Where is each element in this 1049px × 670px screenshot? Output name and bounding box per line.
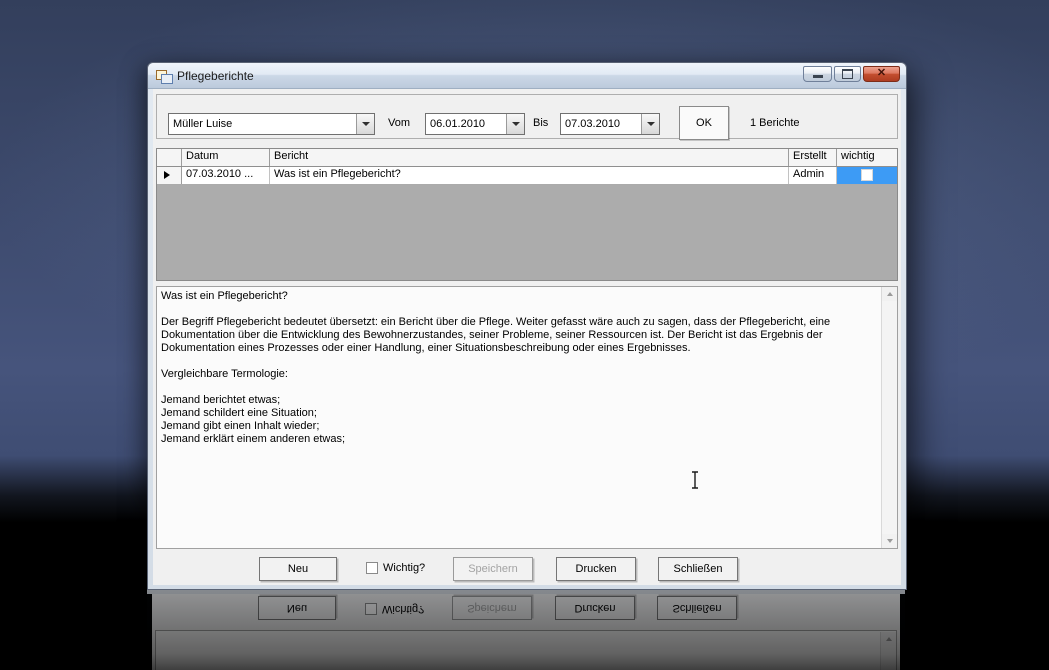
- checkbox-icon: [861, 169, 873, 181]
- current-row-arrow-icon: [164, 171, 170, 179]
- cell-wichtig-checkbox[interactable]: [837, 167, 897, 184]
- wichtig-checkbox-label: Wichtig?: [383, 562, 426, 574]
- close-icon: ✕: [876, 67, 887, 79]
- caption-buttons: ✕: [803, 65, 900, 82]
- resident-combobox[interactable]: Müller Luise: [168, 113, 375, 135]
- maximize-button[interactable]: [834, 65, 861, 82]
- from-date-value: 06.01.2010: [430, 118, 486, 130]
- neu-button[interactable]: Neu: [259, 557, 337, 581]
- bis-label: Bis: [533, 117, 549, 129]
- table-row[interactable]: 07.03.2010 ... Was ist ein Pflegebericht…: [157, 167, 897, 185]
- dropdown-arrow-icon: [511, 122, 520, 126]
- column-header-erstellt[interactable]: Erstellt: [789, 149, 837, 166]
- reports-grid[interactable]: Datum Bericht Erstellt wichtig 07.03.201…: [156, 148, 898, 281]
- scroll-up-icon: [886, 292, 893, 296]
- app-icon: [156, 68, 173, 84]
- to-date-value: 07.03.2010: [565, 118, 621, 130]
- chevron-down-icon[interactable]: [641, 114, 659, 134]
- minimize-button[interactable]: [803, 65, 832, 82]
- scroll-down-icon: [886, 539, 893, 543]
- column-header-datum[interactable]: Datum: [182, 149, 270, 166]
- from-date-picker[interactable]: 06.01.2010: [425, 113, 525, 135]
- column-header-wichtig[interactable]: wichtig: [837, 149, 897, 166]
- row-header-cell: [157, 167, 182, 184]
- filter-panel: Müller Luise Vom 06.01.2010 Bis 07.03.20…: [156, 94, 898, 140]
- cell-bericht[interactable]: Was ist ein Pflegebericht?: [270, 167, 789, 184]
- schliessen-button[interactable]: Schließen: [658, 557, 738, 581]
- vertical-scrollbar[interactable]: [881, 287, 897, 548]
- report-text: Was ist ein Pflegebericht? Der Begriff P…: [161, 290, 831, 445]
- row-header-corner: [157, 149, 182, 166]
- report-count-label: 1 Berichte: [750, 117, 800, 129]
- drucken-button[interactable]: Drucken: [556, 557, 636, 581]
- scroll-up-button[interactable]: [882, 287, 897, 301]
- pflegeberichte-window: Pflegeberichte ✕ Müller Luise Vom 06.01.…: [147, 62, 907, 590]
- to-date-picker[interactable]: 07.03.2010: [560, 113, 660, 135]
- ok-button[interactable]: OK: [679, 106, 729, 140]
- client-area: Müller Luise Vom 06.01.2010 Bis 07.03.20…: [153, 89, 901, 585]
- speichern-button[interactable]: Speichern: [453, 557, 533, 581]
- ibeam-cursor-icon: [690, 471, 700, 489]
- grid-header-row: Datum Bericht Erstellt wichtig: [157, 149, 897, 167]
- report-textarea[interactable]: Was ist ein Pflegebericht? Der Begriff P…: [156, 286, 898, 549]
- chevron-down-icon[interactable]: [356, 114, 374, 134]
- reflection-fade-overlay: [147, 590, 905, 670]
- window-titlebar[interactable]: Pflegeberichte ✕: [148, 63, 906, 89]
- cell-erstellt[interactable]: Admin: [789, 167, 837, 184]
- minimize-icon: [812, 75, 823, 78]
- close-button[interactable]: ✕: [863, 65, 900, 82]
- cell-datum[interactable]: 07.03.2010 ...: [182, 167, 270, 184]
- resident-combobox-value: Müller Luise: [173, 118, 233, 130]
- chevron-down-icon[interactable]: [506, 114, 524, 134]
- maximize-icon: [842, 68, 853, 79]
- dropdown-arrow-icon: [361, 122, 370, 126]
- window-title: Pflegeberichte: [177, 68, 254, 83]
- wichtig-checkbox[interactable]: Wichtig?: [366, 562, 425, 574]
- window-reflection: Neu Wichtig? Speichern Drucken Schließen: [147, 590, 905, 670]
- dropdown-arrow-icon: [646, 122, 655, 126]
- scroll-down-button[interactable]: [882, 534, 897, 548]
- checkbox-icon[interactable]: [366, 562, 378, 574]
- column-header-bericht[interactable]: Bericht: [270, 149, 789, 166]
- vom-label: Vom: [388, 117, 411, 129]
